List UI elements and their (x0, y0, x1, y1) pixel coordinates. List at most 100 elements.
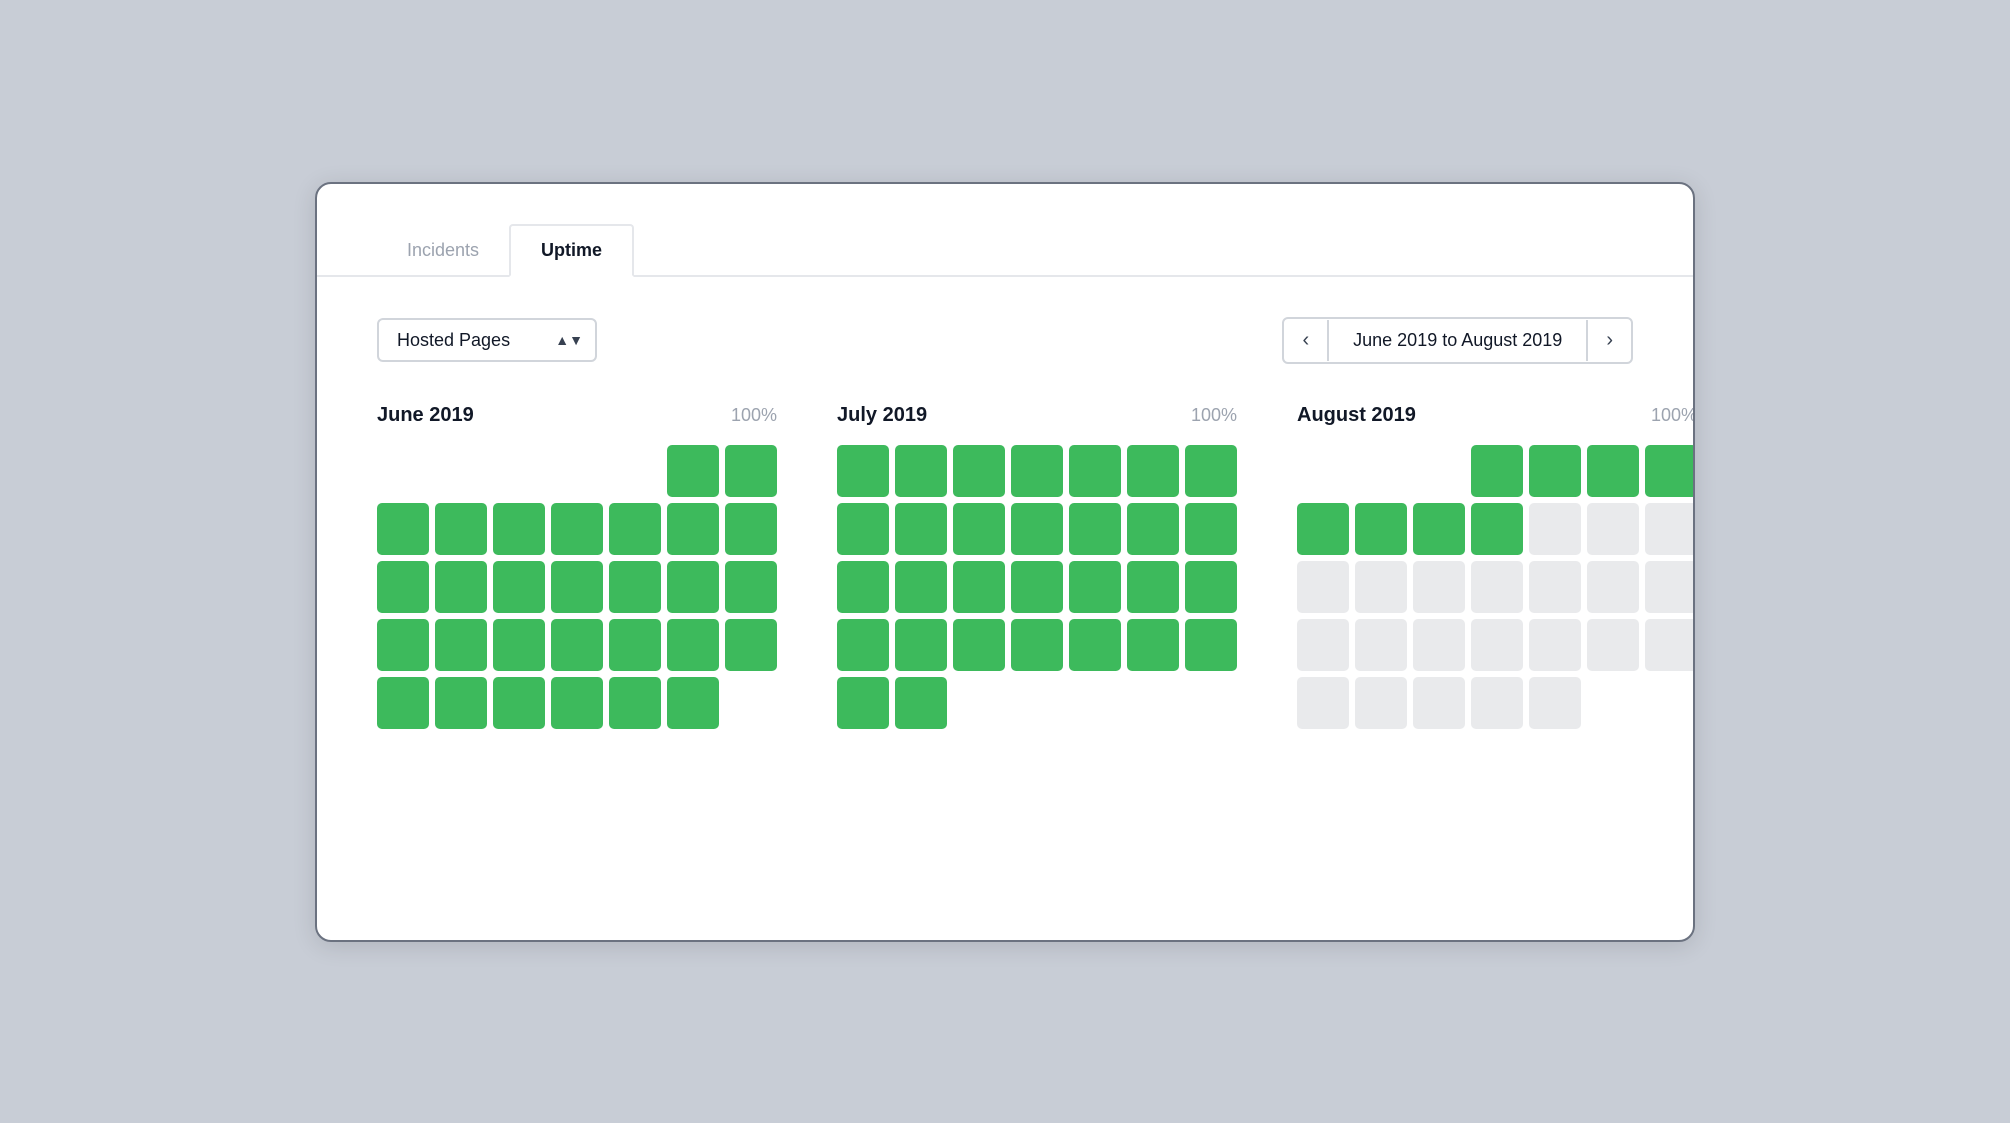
day-cell-0-0-6 (725, 445, 777, 497)
day-cell-0-3-5 (667, 619, 719, 671)
day-cell-0-2-6 (725, 561, 777, 613)
day-cell-2-2-1 (1355, 561, 1407, 613)
day-cell-2-1-5 (1587, 503, 1639, 555)
service-select[interactable]: Hosted Pages API Dashboard (377, 318, 597, 362)
calendar-row-2-2 (1297, 561, 1695, 613)
day-cell-0-2-3 (551, 561, 603, 613)
calendar-pct-1: 100% (1191, 405, 1237, 426)
tabs-bar: Incidents Uptime (317, 184, 1693, 277)
tab-uptime[interactable]: Uptime (509, 224, 634, 277)
day-cell-2-0-5 (1587, 445, 1639, 497)
calendar-row-1-4 (837, 677, 1237, 729)
toolbar: Hosted Pages API Dashboard ▲▼ ‹ June 201… (377, 317, 1633, 364)
calendar-0: June 2019100% (377, 404, 777, 729)
day-cell-0-1-1 (435, 503, 487, 555)
day-cell-2-1-0 (1297, 503, 1349, 555)
date-next-button[interactable]: › (1588, 319, 1631, 362)
day-cell-0-4-3 (551, 677, 603, 729)
day-cell-1-1-6 (1185, 503, 1237, 555)
calendar-row-0-2 (377, 561, 777, 613)
calendar-row-0-3 (377, 619, 777, 671)
calendar-row-1-3 (837, 619, 1237, 671)
date-prev-button[interactable]: ‹ (1284, 319, 1327, 362)
calendar-grid-1 (837, 445, 1237, 729)
day-cell-2-2-4 (1529, 561, 1581, 613)
day-cell-1-3-1 (895, 619, 947, 671)
day-cell-2-2-5 (1587, 561, 1639, 613)
day-cell-1-1-1 (895, 503, 947, 555)
day-cell-0-4-5 (667, 677, 719, 729)
day-cell-1-2-3 (1011, 561, 1063, 613)
day-cell-2-0-4 (1529, 445, 1581, 497)
day-cell-0-1-2 (493, 503, 545, 555)
day-cell-0-4-6 (725, 677, 777, 729)
day-cell-2-2-3 (1471, 561, 1523, 613)
day-cell-0-3-4 (609, 619, 661, 671)
day-cell-2-0-1 (1355, 445, 1407, 497)
day-cell-0-3-2 (493, 619, 545, 671)
date-nav: ‹ June 2019 to August 2019 › (1282, 317, 1633, 364)
day-cell-1-2-1 (895, 561, 947, 613)
calendar-row-2-3 (1297, 619, 1695, 671)
day-cell-1-0-6 (1185, 445, 1237, 497)
day-cell-2-0-2 (1413, 445, 1465, 497)
day-cell-1-2-0 (837, 561, 889, 613)
day-cell-2-4-5 (1587, 677, 1639, 729)
day-cell-1-0-5 (1127, 445, 1179, 497)
day-cell-1-3-0 (837, 619, 889, 671)
day-cell-1-2-4 (1069, 561, 1121, 613)
tab-incidents[interactable]: Incidents (377, 226, 509, 277)
day-cell-2-3-4 (1529, 619, 1581, 671)
day-cell-1-4-3 (1011, 677, 1063, 729)
day-cell-1-3-4 (1069, 619, 1121, 671)
day-cell-1-3-3 (1011, 619, 1063, 671)
calendar-row-1-0 (837, 445, 1237, 497)
day-cell-0-2-4 (609, 561, 661, 613)
calendar-row-1-1 (837, 503, 1237, 555)
day-cell-0-1-3 (551, 503, 603, 555)
day-cell-0-3-1 (435, 619, 487, 671)
day-cell-1-4-2 (953, 677, 1005, 729)
day-cell-0-4-0 (377, 677, 429, 729)
day-cell-2-2-6 (1645, 561, 1695, 613)
day-cell-1-2-2 (953, 561, 1005, 613)
day-cell-1-1-4 (1069, 503, 1121, 555)
calendar-row-2-4 (1297, 677, 1695, 729)
day-cell-2-1-1 (1355, 503, 1407, 555)
calendar-pct-2: 100% (1651, 405, 1695, 426)
service-select-wrapper: Hosted Pages API Dashboard ▲▼ (377, 318, 597, 362)
day-cell-0-0-2 (493, 445, 545, 497)
calendar-row-1-2 (837, 561, 1237, 613)
calendar-pct-0: 100% (731, 405, 777, 426)
day-cell-2-4-0 (1297, 677, 1349, 729)
calendar-row-0-4 (377, 677, 777, 729)
day-cell-2-0-0 (1297, 445, 1349, 497)
day-cell-0-2-2 (493, 561, 545, 613)
day-cell-2-3-3 (1471, 619, 1523, 671)
day-cell-0-4-2 (493, 677, 545, 729)
content-area: Hosted Pages API Dashboard ▲▼ ‹ June 201… (317, 277, 1693, 789)
day-cell-0-0-0 (377, 445, 429, 497)
day-cell-1-1-2 (953, 503, 1005, 555)
day-cell-0-4-1 (435, 677, 487, 729)
day-cell-2-2-0 (1297, 561, 1349, 613)
day-cell-1-0-2 (953, 445, 1005, 497)
day-cell-0-2-0 (377, 561, 429, 613)
calendar-row-2-0 (1297, 445, 1695, 497)
main-window: Incidents Uptime Hosted Pages API Dashbo… (315, 182, 1695, 942)
day-cell-1-1-0 (837, 503, 889, 555)
day-cell-1-4-1 (895, 677, 947, 729)
day-cell-1-0-1 (895, 445, 947, 497)
day-cell-2-4-1 (1355, 677, 1407, 729)
day-cell-2-1-6 (1645, 503, 1695, 555)
day-cell-0-0-4 (609, 445, 661, 497)
calendar-row-0-0 (377, 445, 777, 497)
calendar-title-1: July 2019 (837, 404, 927, 427)
day-cell-0-0-1 (435, 445, 487, 497)
day-cell-2-3-5 (1587, 619, 1639, 671)
calendar-1: July 2019 100% (837, 404, 1237, 729)
day-cell-1-0-3 (1011, 445, 1063, 497)
day-cell-2-3-6 (1645, 619, 1695, 671)
day-cell-0-2-1 (435, 561, 487, 613)
calendars-container: June 2019100%July 2019100%August 2019100… (377, 404, 1633, 729)
